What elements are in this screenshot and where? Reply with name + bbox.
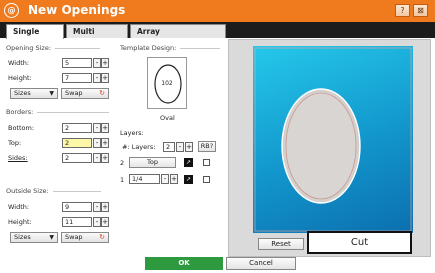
layers-plus-button[interactable]: + [185,142,193,152]
outside-width-input[interactable]: 9 [62,202,92,212]
template-preview[interactable]: 102 [147,57,187,109]
sides-label[interactable]: Sides: [8,154,28,162]
opening-size-legend: Opening Size: [6,44,101,52]
outside-sizes-label: Sizes [14,233,31,241]
opening-swap-label: Swap [65,89,83,97]
opening-swap-button[interactable]: Swap ↻ [61,88,109,99]
template-name: Oval [160,114,175,122]
layer-1-checkbox[interactable] [203,176,210,183]
layer-1-minus-button[interactable]: - [161,174,169,184]
app-logo-icon: @ [4,3,19,18]
opening-width-label: Width: [8,59,30,67]
layer-2-index: 2 [120,159,125,167]
layer-1-plus-button[interactable]: + [170,174,178,184]
close-button[interactable]: ⊠ [413,4,428,17]
layers-legend: Layers: [120,129,144,137]
top-label: Top: [8,139,22,147]
outside-width-label: Width: [8,203,30,211]
opening-height-plus-button[interactable]: + [101,73,109,83]
outside-height-plus-button[interactable]: + [101,217,109,227]
tab-array[interactable]: Array [130,24,226,38]
layers-minus-button[interactable]: - [176,142,184,152]
opening-height-label: Height: [8,74,32,82]
window-title: New Openings [28,3,126,17]
mat-preview [253,46,413,233]
tab-multi[interactable]: Multi [66,24,128,38]
borders-legend: Borders: [6,108,111,116]
ok-button[interactable]: OK [145,257,223,270]
opening-width-minus-button[interactable]: - [93,58,101,68]
swap-icon: ↻ [99,233,105,241]
layer-1-reveal-input[interactable]: 1/4 [129,174,160,184]
opening-sizes-label: Sizes [14,89,31,97]
bottom-border-input[interactable]: 2 [62,123,92,133]
outside-sizes-dropdown[interactable]: Sizes ▼ [10,232,58,243]
bottom-plus-button[interactable]: + [101,123,109,133]
cut-button[interactable]: Cut [307,231,412,254]
layers-count-input[interactable]: 2 [163,142,175,152]
oval-opening-icon [254,47,412,232]
opening-width-plus-button[interactable]: + [101,58,109,68]
layer-2-checkbox[interactable] [203,159,210,166]
layer-2-color-swatch[interactable]: ↗ [184,158,193,167]
outside-size-legend: Outside Size: [6,187,101,195]
template-number: 102 [161,80,173,87]
top-border-input[interactable]: 2 [62,138,92,148]
outside-swap-label: Swap [65,233,83,241]
layer-1-color-swatch[interactable]: ↗ [184,175,193,184]
opening-width-input[interactable]: 5 [62,58,92,68]
outside-swap-button[interactable]: Swap ↻ [61,232,109,243]
opening-height-minus-button[interactable]: - [93,73,101,83]
bottom-minus-button[interactable]: - [93,123,101,133]
cancel-button[interactable]: Cancel [226,257,296,270]
rb-button[interactable]: RB? [198,141,216,152]
top-plus-button[interactable]: + [101,138,109,148]
chevron-down-icon: ▼ [49,234,54,241]
help-button[interactable]: ? [395,4,410,17]
tab-bar: Single Multi Array [0,22,435,39]
outside-height-label: Height: [8,218,32,226]
tab-single[interactable]: Single [6,24,64,39]
sides-minus-button[interactable]: - [93,153,101,163]
sides-border-input[interactable]: 2 [62,153,92,163]
top-minus-button[interactable]: - [93,138,101,148]
opening-sizes-dropdown[interactable]: Sizes ▼ [10,88,58,99]
sides-plus-button[interactable]: + [101,153,109,163]
outside-width-minus-button[interactable]: - [93,202,101,212]
template-design-legend: Template Design: [120,44,222,52]
layer-1-index: 1 [120,176,125,184]
opening-height-input[interactable]: 7 [62,73,92,83]
outside-width-plus-button[interactable]: + [101,202,109,212]
swap-icon: ↻ [99,89,105,97]
reset-button[interactable]: Reset [258,238,304,250]
layers-count-label: #: Layers: [122,143,156,151]
outside-height-minus-button[interactable]: - [93,217,101,227]
layer-2-position-button[interactable]: Top [129,157,176,168]
title-bar: @ New Openings ? ⊠ [0,0,435,22]
bottom-label: Bottom: [8,124,35,132]
chevron-down-icon: ▼ [49,90,54,97]
outside-height-input[interactable]: 11 [62,217,92,227]
